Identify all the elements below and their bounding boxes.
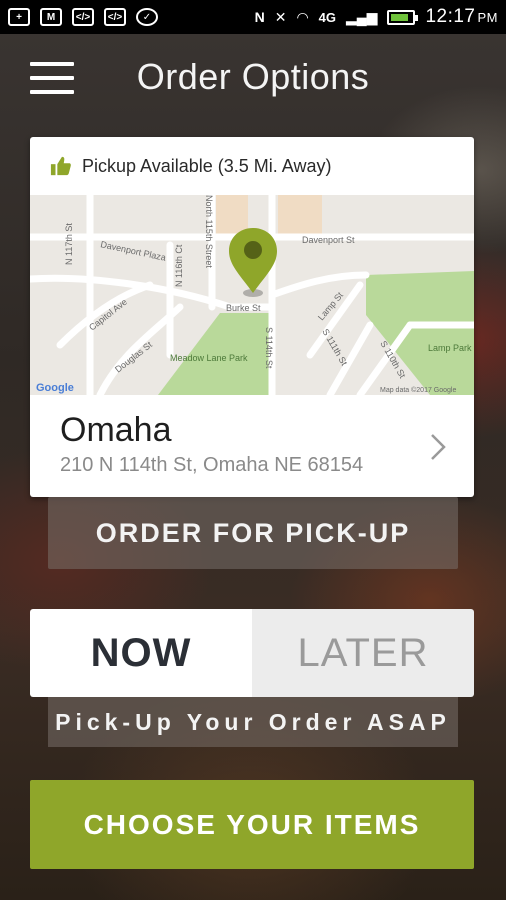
page-title: Order Options	[136, 56, 370, 97]
network-type: 4G	[318, 9, 336, 25]
google-logo: Google	[36, 382, 74, 394]
map-copyright: Map data ©2017 Google	[380, 386, 456, 394]
status-bar: + M </> </> ✓ N ✕ ◠ 4G ▂▄▆ 12:17 PM	[0, 0, 506, 34]
map-graphic: N 117th St Davenport Plaza N 116th Ct No…	[30, 195, 474, 395]
battery-icon	[387, 9, 419, 25]
wifi-icon: ◠	[296, 8, 309, 25]
now-option[interactable]: NOW	[30, 609, 252, 697]
store-address: 210 N 114th St, Omaha NE 68154	[60, 454, 364, 476]
map-label-burke: Burke St	[226, 303, 261, 313]
map-label-n116: N 116th Ct	[174, 244, 184, 287]
map-label-davenport-st: Davenport St	[302, 235, 355, 245]
chat-icon: ✓	[136, 8, 158, 26]
pickup-availability: Pickup Available (3.5 Mi. Away)	[30, 137, 474, 195]
store-location[interactable]: Omaha 210 N 114th St, Omaha NE 68154	[30, 395, 474, 497]
app-header: Order Options	[0, 34, 506, 122]
thumbs-up-icon	[50, 156, 71, 176]
mute-icon: ✕	[274, 8, 287, 25]
choose-your-items-button[interactable]: CHOOSE YOUR ITEMS	[30, 780, 474, 869]
store-city: Omaha	[60, 411, 172, 449]
code-notification-icon: </>	[72, 8, 94, 26]
code-notification-icon-2: </>	[104, 8, 126, 26]
nfc-icon: N	[254, 9, 265, 25]
timing-toggle: NOW LATER	[30, 609, 474, 697]
map-label-park: Meadow Lane Park	[170, 353, 248, 363]
signal-icon: ▂▄▆	[346, 8, 378, 25]
map-label-s114: S 114th St	[264, 327, 274, 369]
chevron-right-icon	[431, 434, 446, 460]
location-map[interactable]: N 117th St Davenport Plaza N 116th Ct No…	[30, 195, 474, 395]
add-notification-icon: +	[8, 8, 30, 26]
order-for-pickup-button[interactable]: ORDER FOR PICK-UP	[48, 497, 458, 569]
pickup-available-text: Pickup Available (3.5 Mi. Away)	[82, 155, 332, 176]
map-label-north115: North 115th Street	[204, 195, 214, 268]
map-label-n117: N 117th St	[64, 223, 74, 265]
gmail-icon: M	[40, 8, 62, 26]
map-label-lamp-park: Lamp Park	[428, 343, 472, 353]
clock: 12:17 PM	[425, 6, 498, 27]
location-card: Pickup Available (3.5 Mi. Away) N 117th …	[30, 137, 474, 497]
later-option[interactable]: LATER	[252, 609, 474, 697]
pickup-asap-label: Pick-Up Your Order ASAP	[48, 697, 458, 747]
